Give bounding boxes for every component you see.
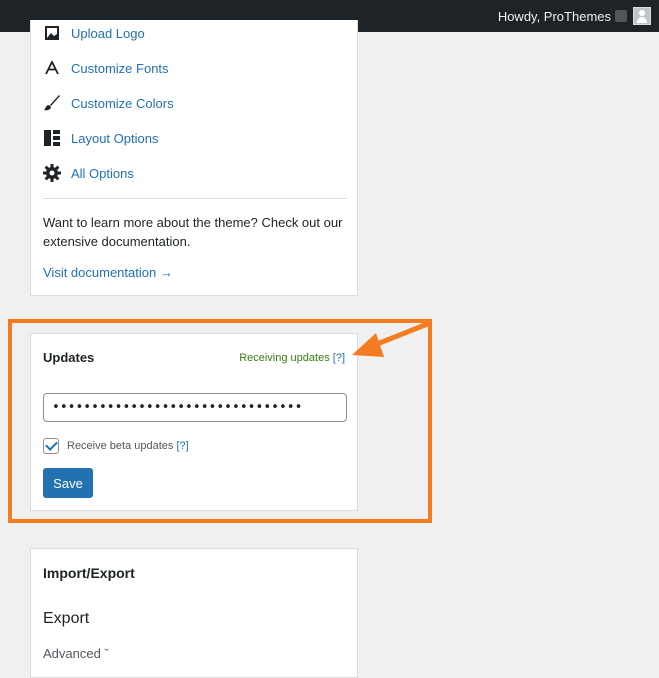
beta-updates-help-link[interactable]: [?]: [176, 440, 188, 452]
import-export-title: Import/Export: [43, 565, 135, 581]
customize-colors-link[interactable]: Customize Colors: [43, 93, 174, 113]
export-title: Export: [43, 610, 90, 627]
upload-logo-link[interactable]: Upload Logo: [43, 23, 145, 43]
divider: [43, 198, 347, 199]
save-button[interactable]: Save: [43, 468, 93, 498]
updates-card: Updates Receiving updates [?] Receive be…: [30, 333, 358, 511]
all-options-label: All Options: [71, 165, 134, 181]
howdy-text: Howdy, ProThemes: [497, 8, 611, 24]
account-menu[interactable]: Howdy, ProThemes: [498, 0, 651, 32]
font-icon: [43, 59, 61, 77]
all-options-link[interactable]: All Options: [43, 163, 134, 183]
layout-icon: [43, 129, 61, 147]
customize-fonts-label: Customize Fonts: [71, 60, 169, 76]
layout-options-label: Layout Options: [71, 130, 159, 146]
layout-options-link[interactable]: Layout Options: [43, 128, 158, 148]
beta-updates-label: Receive beta updates [?]: [67, 440, 189, 452]
theme-options-card: Upload Logo Customize Fonts Customize Co…: [30, 20, 358, 296]
license-key-input[interactable]: [43, 393, 347, 422]
customize-colors-label: Customize Colors: [71, 95, 174, 111]
learn-more-text: Want to learn more about the theme? Chec…: [43, 215, 343, 249]
beta-updates-text: Receive beta updates: [67, 440, 174, 452]
avatar[interactable]: [633, 7, 651, 25]
upload-logo-label: Upload Logo: [71, 25, 145, 41]
redacted-name: [615, 10, 627, 22]
visit-documentation-link[interactable]: Visit documentation →: [43, 265, 173, 280]
update-status-help-link[interactable]: [?]: [333, 352, 345, 364]
updates-title: Updates: [43, 350, 95, 365]
customize-fonts-link[interactable]: Customize Fonts: [43, 58, 169, 78]
image-icon: [43, 24, 61, 42]
update-status: Receiving updates [?]: [239, 352, 345, 364]
brush-icon: [43, 94, 61, 112]
gear-icon: [43, 164, 61, 182]
beta-updates-checkbox[interactable]: [43, 438, 59, 454]
update-status-text: Receiving updates: [239, 352, 330, 364]
